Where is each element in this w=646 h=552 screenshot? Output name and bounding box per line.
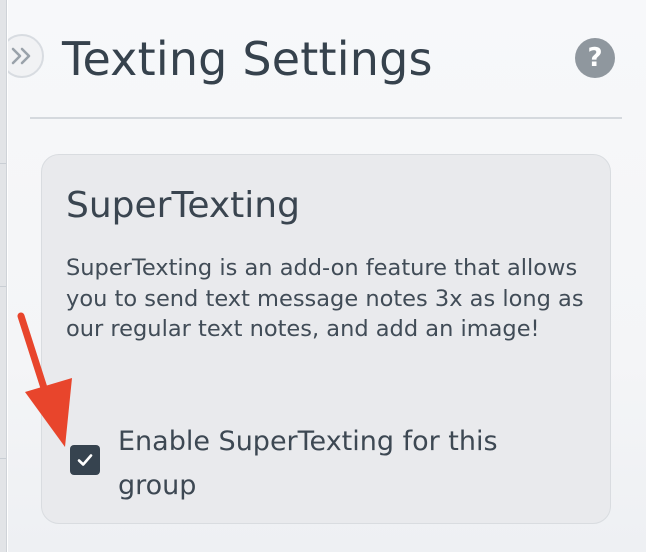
header-divider xyxy=(30,117,622,119)
left-page-edge xyxy=(0,0,7,552)
card-description: SuperTexting is an add-on feature that a… xyxy=(66,255,584,342)
edge-divider xyxy=(0,163,6,164)
edge-divider xyxy=(0,286,6,287)
double-chevron-right-icon xyxy=(11,47,31,65)
help-icon-glyph: ? xyxy=(587,43,603,73)
red-arrow-icon xyxy=(17,312,72,447)
page-title: Texting Settings xyxy=(62,32,433,86)
supertexting-card: SuperTexting SuperTexting is an add-on f… xyxy=(41,154,611,524)
help-icon[interactable]: ? xyxy=(575,38,615,78)
edge-divider xyxy=(0,458,6,459)
enable-supertexting-label[interactable]: Enable SuperTexting for this group xyxy=(118,420,578,508)
collapse-panel-button[interactable] xyxy=(8,34,44,78)
texting-settings-panel: Texting Settings ? SuperTexting SuperTex… xyxy=(8,0,646,552)
card-title: SuperTexting xyxy=(66,185,300,226)
